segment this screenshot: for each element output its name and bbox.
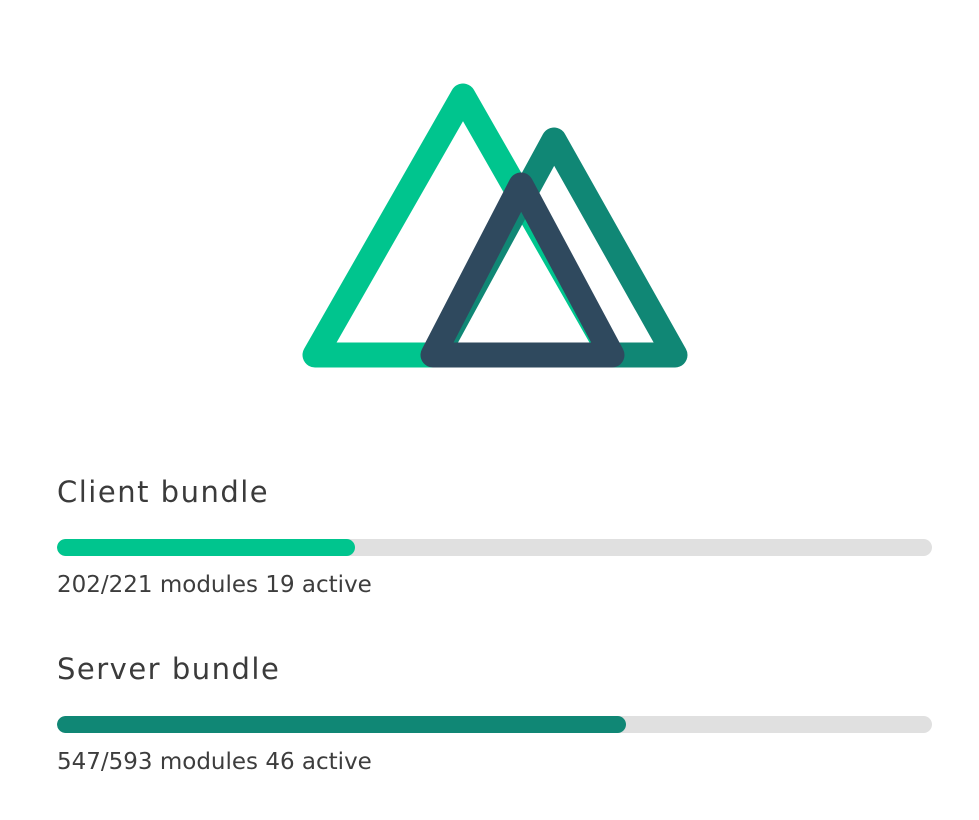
client-bundle-progress-track: [57, 539, 932, 556]
server-bundle-stats: 547/593 modules 46 active: [57, 749, 372, 775]
server-bundle-progress-track: [57, 716, 932, 733]
server-bundle-progress-fill: [57, 716, 626, 733]
client-bundle-progress-fill: [57, 539, 355, 556]
server-bundle-title: Server bundle: [57, 652, 281, 686]
client-bundle-title: Client bundle: [57, 475, 270, 509]
nuxt-logo: [302, 83, 688, 368]
client-bundle-section: Client bundle 202/221 modules 19 active: [57, 474, 932, 599]
server-bundle-section: Server bundle 547/593 modules 46 active: [57, 651, 932, 776]
client-bundle-stats: 202/221 modules 19 active: [57, 572, 372, 598]
